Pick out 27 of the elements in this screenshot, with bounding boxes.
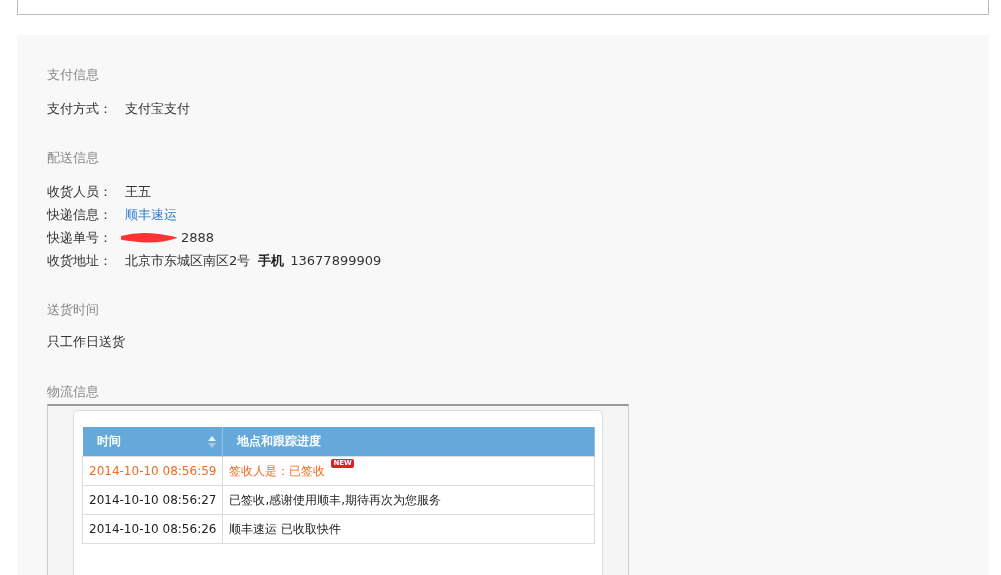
field-value: 北京市东城区南区2号 — [125, 252, 251, 270]
phone-number: 13677899909 — [290, 252, 382, 270]
status-cell: 已签收,感谢使用顺丰,期待再次为您服务 — [229, 492, 442, 507]
column-header[interactable]: 地点和跟踪进度 — [222, 427, 595, 457]
redaction-mark — [119, 230, 179, 244]
status-cell: 签收人是：已签收 — [229, 463, 326, 478]
sort-icon[interactable] — [208, 435, 217, 449]
field-value: 支付宝支付 — [125, 100, 190, 118]
section-title: 支付信息 — [47, 66, 100, 84]
time-cell: 2014-10-10 08:56:26 — [82, 514, 223, 544]
phone-label: 手机 — [258, 252, 285, 270]
section-title: 送货时间 — [47, 301, 100, 319]
field-value: 2888 — [181, 229, 215, 247]
time-cell: 2014-10-10 08:56:27 — [82, 485, 223, 515]
courier-link[interactable]: 顺丰速运 — [125, 203, 177, 226]
field-label: 快递信息： — [47, 206, 113, 224]
field-label: 支付方式： — [47, 100, 113, 118]
time-cell: 2014-10-10 08:56:59 — [82, 456, 223, 486]
column-header[interactable]: 时间 — [82, 427, 223, 457]
field-label: 收货地址： — [47, 252, 113, 270]
section-title: 配送信息 — [47, 149, 100, 167]
delivery-note: 只工作日送货 — [47, 333, 126, 351]
field-value: 王五 — [125, 183, 151, 201]
field-label: 快递单号： — [47, 229, 113, 247]
section-title: 物流信息 — [47, 383, 100, 401]
field-label: 收货人员： — [47, 183, 113, 201]
status-cell: 顺丰速运 已收取快件 — [229, 521, 342, 536]
